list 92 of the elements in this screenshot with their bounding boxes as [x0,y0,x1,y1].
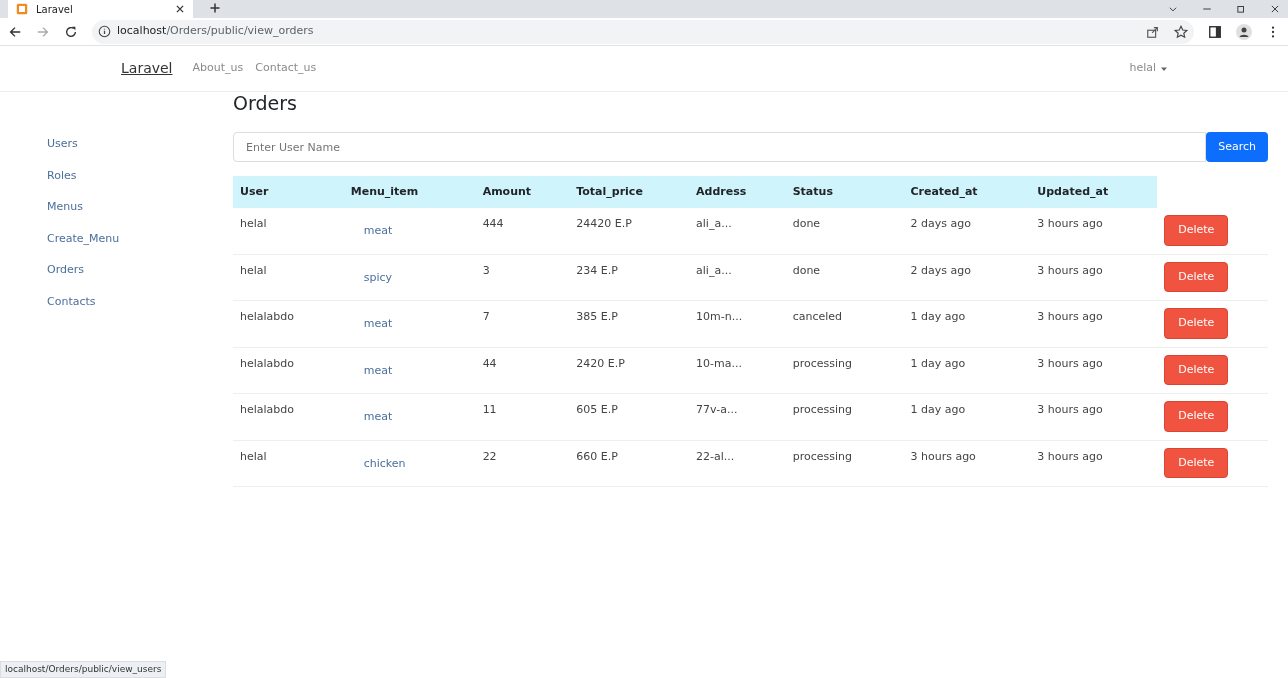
table-cell: done [792,263,821,277]
nav-link[interactable]: About_us [192,60,244,77]
table-cell: helal [240,449,267,463]
menu-item-link[interactable]: meat [363,409,393,426]
table-cell: helal [240,217,267,230]
table-cell: helalabdo [240,403,295,416]
table-cell: 22-al... [696,449,735,463]
back-icon[interactable] [8,24,22,39]
table-cell: 3 hours ago [1037,356,1103,370]
menu-item-link[interactable]: chicken [363,455,406,472]
sidebar-link[interactable]: Contacts [47,293,96,310]
delete-button[interactable]: Delete [1164,401,1229,432]
table-cell: 2420 E.P [576,356,625,370]
tab-title: Laravel [36,2,74,17]
table-cell: 234 E.P [576,263,618,277]
star-icon[interactable] [1174,24,1188,39]
table-cell: 3 hours ago [1037,263,1103,277]
reload-icon[interactable] [64,24,78,39]
table-cell: 10-ma... [696,356,742,370]
table-cell: helal [240,263,267,277]
table-cell: 1 day ago [910,403,966,416]
search-field[interactable]: Enter User Name [233,132,1207,162]
delete-button[interactable]: Delete [1164,261,1229,292]
column-header: Amount [475,176,570,208]
table-cell: done [792,217,821,230]
delete-button[interactable]: Delete [1164,447,1229,478]
table-cell: processing [792,403,852,416]
share-icon[interactable] [1146,24,1160,39]
menu-item-link[interactable]: meat [363,316,393,333]
delete-button[interactable]: Delete [1164,308,1229,339]
table-cell: 24420 E.P [576,217,632,230]
table-cell: canceled [792,310,843,323]
table-cell: 3 hours ago [1037,449,1103,463]
table-cell: 385 E.P [576,310,618,323]
delete-button[interactable]: Delete [1164,215,1229,246]
profile-icon[interactable] [1236,23,1252,40]
column-header: Menu_item [343,176,476,208]
sidebar-link[interactable]: Orders [47,262,84,279]
sidebar-link[interactable]: Roles [47,167,77,184]
navbar-brand[interactable]: Laravel [121,58,173,79]
table-cell: processing [792,356,852,370]
menu-item-link[interactable]: meat [363,223,393,240]
delete-button[interactable]: Delete [1164,354,1229,385]
table-cell: 22 [482,449,497,463]
column-header: User [233,176,344,208]
column-header: Total_price [569,176,690,208]
column-header: Created_at [903,176,1031,208]
table-cell: 2 days ago [910,217,971,230]
table-cell: 2 days ago [910,263,971,277]
table-cell: helalabdo [240,356,295,370]
table-cell: ali_a... [696,263,732,277]
table-cell: 3 [482,263,490,277]
table-cell: helalabdo [240,310,295,323]
nav-link[interactable]: Contact_us [255,60,317,77]
table-cell: 3 hours ago [1037,403,1103,416]
status-url: localhost/Orders/public/view_users [0,660,167,678]
table-cell: 444 [482,217,504,230]
chevron-icon[interactable] [1168,4,1178,14]
browser-tab[interactable]: Laravel [8,0,193,18]
menu-item-link[interactable]: meat [363,362,393,379]
menu-item-link[interactable]: spicy [363,269,393,286]
table-cell: 1 day ago [910,356,966,370]
table-cell: 3 hours ago [910,449,976,463]
address-field[interactable]: localhost/Orders/public/view_orders [117,23,314,40]
close-icon[interactable] [1270,4,1280,14]
page-icon [16,3,28,15]
sidebar-link[interactable]: Create_Menu [47,230,120,247]
table-cell: 77v-a... [696,403,738,416]
page-title: Orders [233,92,298,114]
column-header: Status [785,176,904,208]
table-cell: 660 E.P [576,449,618,463]
search-button[interactable]: Search [1206,132,1268,162]
table-cell: 3 hours ago [1037,217,1103,230]
table-cell: 3 hours ago [1037,310,1103,323]
restore-icon[interactable] [1236,4,1246,14]
sidebar-icon[interactable] [1208,24,1222,39]
table-cell: 44 [482,356,497,370]
table-cell: ali_a... [696,217,732,230]
close-icon[interactable] [175,4,185,14]
column-header: Updated_at [1030,176,1158,208]
table-cell: 605 E.P [576,403,618,416]
sidebar-link[interactable]: Users [47,136,78,153]
table-cell: 11 [482,403,497,416]
sidebar-link[interactable]: Menus [47,199,83,216]
column-header: Address [689,176,786,208]
table-cell: processing [792,449,852,463]
info-icon [98,25,111,38]
table-cell: 1 day ago [910,310,966,323]
user-menu[interactable]: helal [1129,60,1168,77]
table-cell: 7 [482,310,490,323]
table-cell: 10m-n... [696,310,743,323]
new-tab-icon[interactable] [209,2,221,14]
